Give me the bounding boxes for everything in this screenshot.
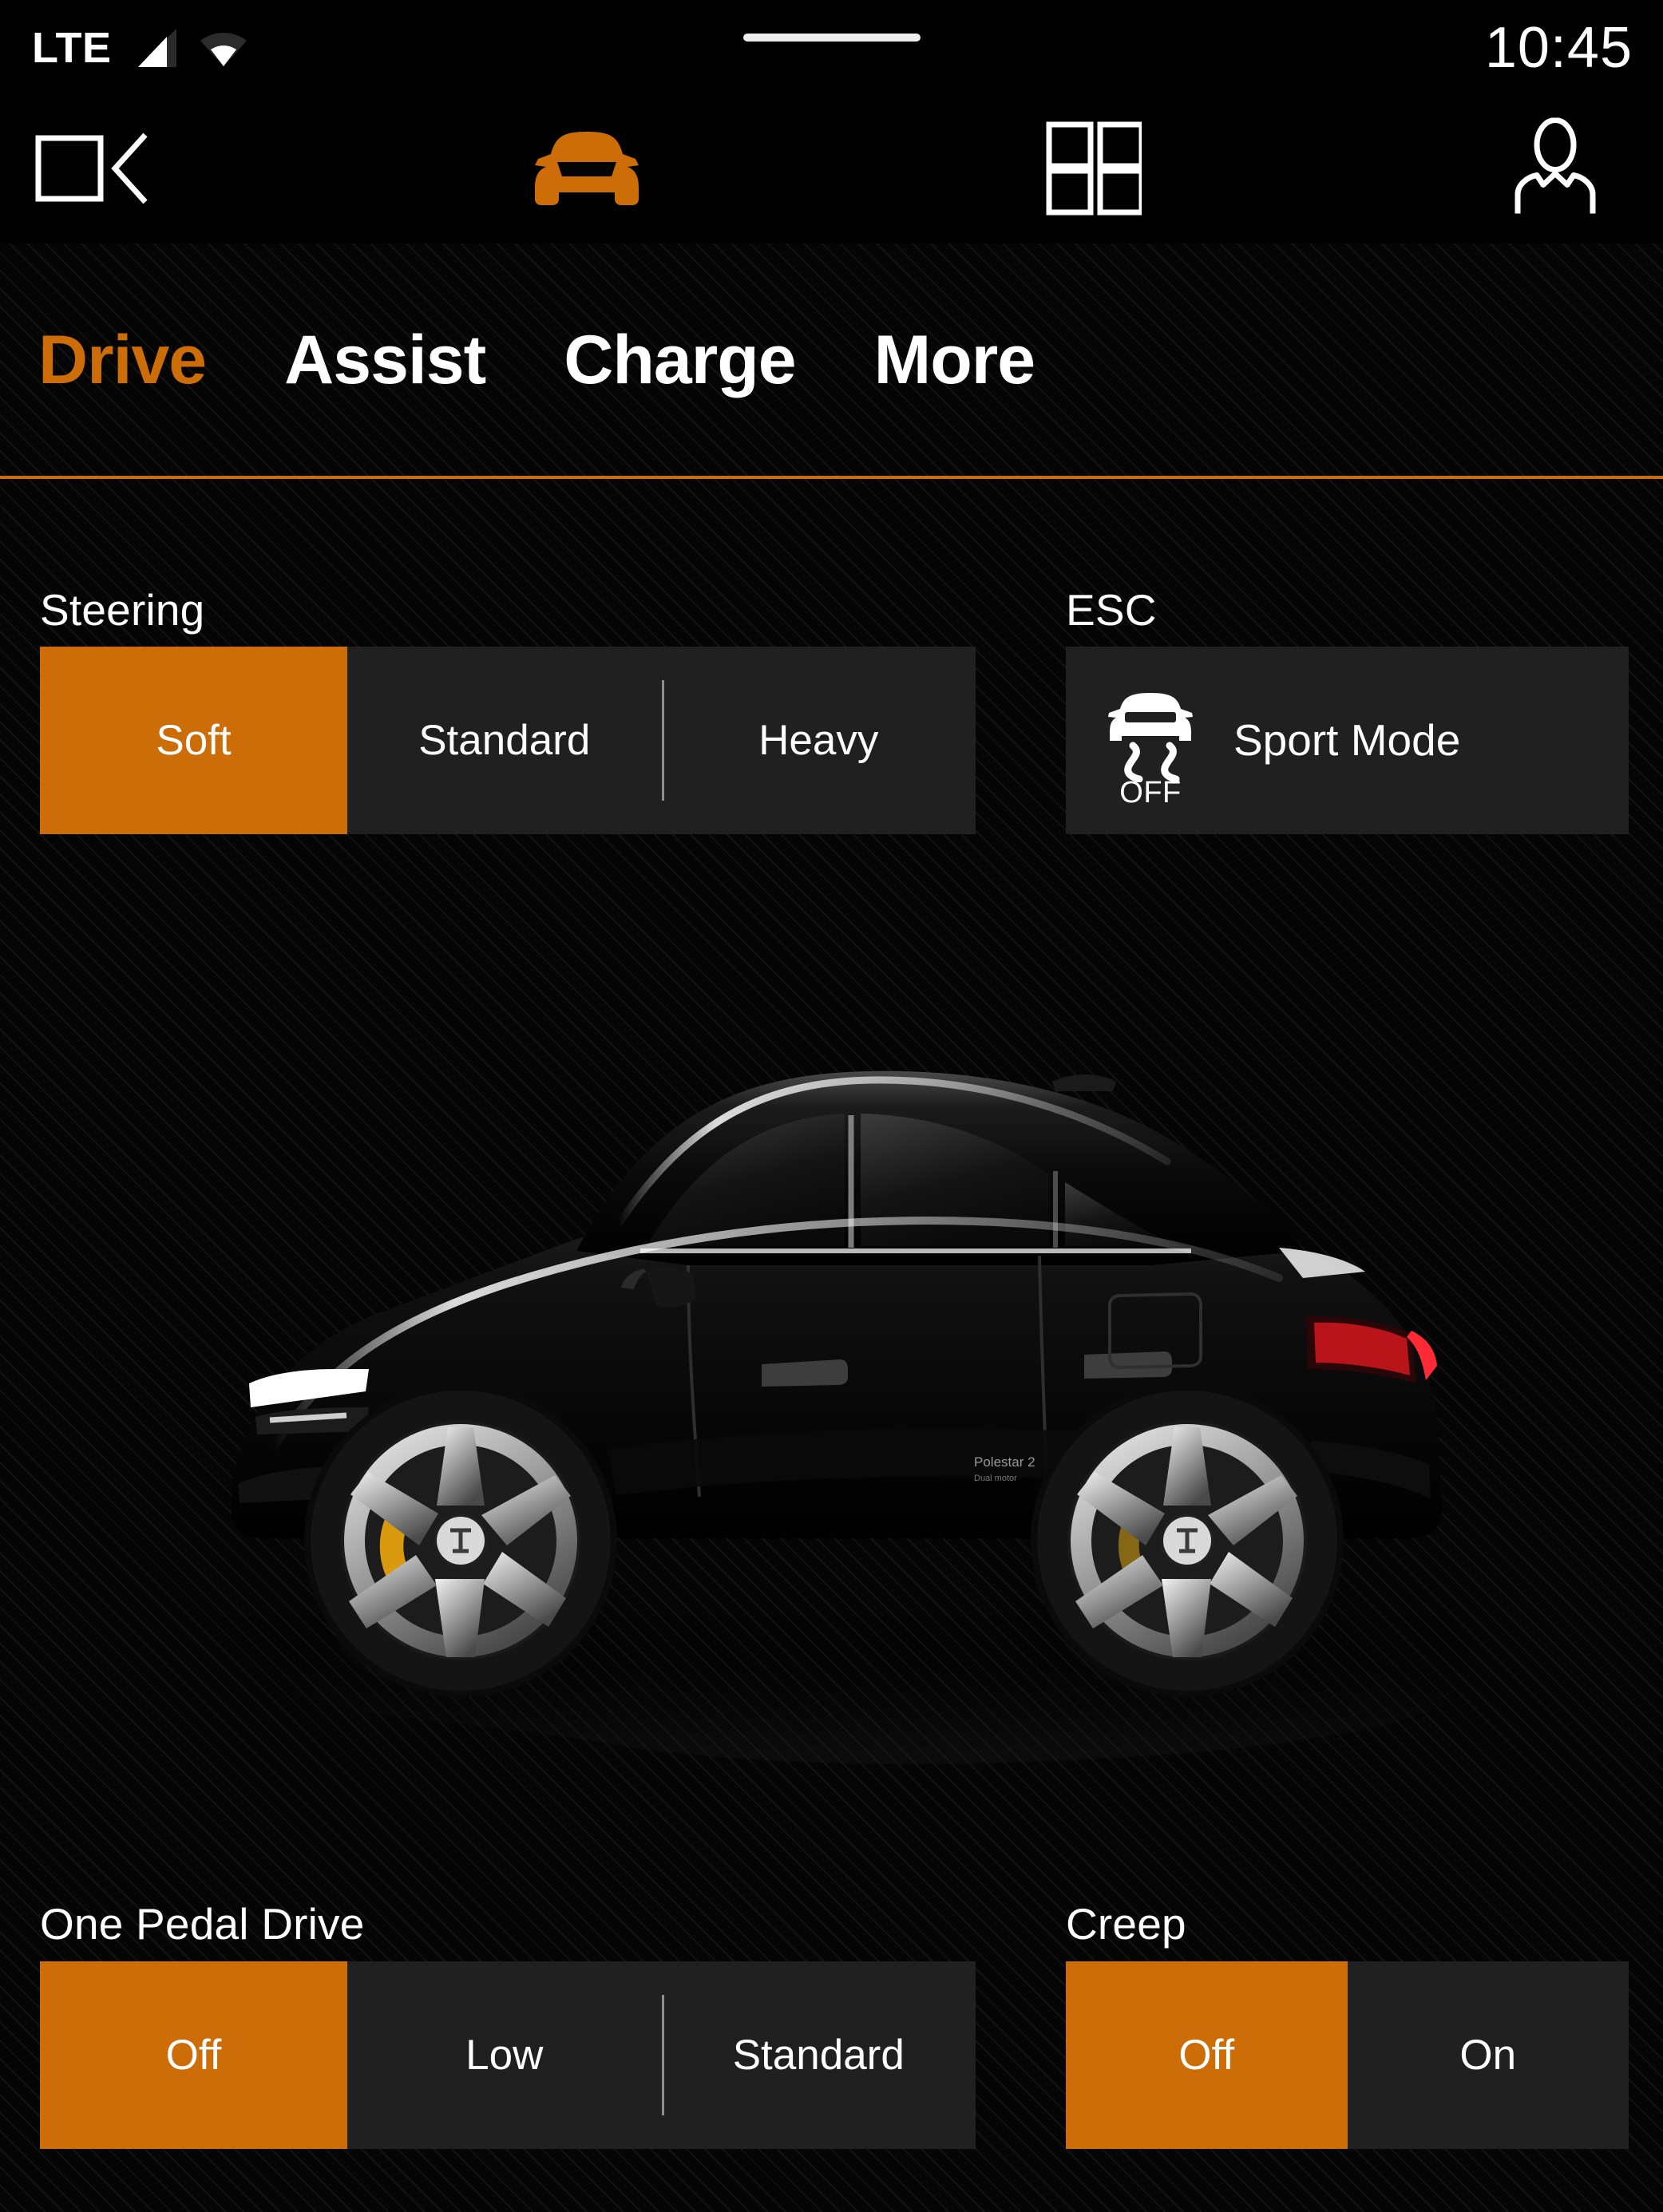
- esc-off-caption: OFF: [1119, 775, 1182, 809]
- creep-option-off[interactable]: Off: [1066, 1961, 1348, 2149]
- status-left-cluster: LTE: [32, 26, 248, 69]
- cellular-signal-icon: [132, 27, 178, 69]
- nav-item-media[interactable]: [32, 126, 152, 214]
- main-content-area: Drive Assist Charge More Steering Soft S…: [0, 243, 1663, 2212]
- creep-segmented-control: Off On: [1066, 1961, 1629, 2149]
- car-front-icon: [519, 124, 655, 216]
- user-profile-icon: [1495, 117, 1615, 222]
- esc-sport-mode-button[interactable]: OFF Sport Mode: [1066, 647, 1629, 834]
- one-pedal-drive-group-label: One Pedal Drive: [40, 1899, 365, 1949]
- steering-option-soft[interactable]: Soft: [40, 647, 347, 834]
- vehicle-illustration: Polestar 2 Dual motor: [0, 874, 1663, 1888]
- section-tab-bar: Drive Assist Charge More: [0, 243, 1663, 477]
- steering-option-standard[interactable]: Standard: [347, 647, 662, 834]
- tab-assist[interactable]: Assist: [284, 326, 532, 394]
- steering-option-heavy[interactable]: Heavy: [661, 647, 976, 834]
- esc-off-icon: OFF: [1103, 677, 1198, 809]
- one-pedal-drive-option-standard[interactable]: Standard: [661, 1961, 976, 2149]
- status-bar: LTE 10:45: [0, 0, 1663, 96]
- wifi-icon: [199, 28, 248, 68]
- svg-text:Dual motor: Dual motor: [974, 1474, 1017, 1483]
- tab-charge[interactable]: Charge: [564, 326, 841, 394]
- status-notch-indicator: [742, 34, 921, 42]
- tab-more[interactable]: More: [874, 326, 1081, 394]
- steering-segmented-control: Soft Standard Heavy: [40, 647, 976, 834]
- clock-label: 10:45: [1484, 16, 1633, 80]
- esc-group-label: ESC: [1066, 585, 1157, 635]
- nav-item-apps[interactable]: [1014, 120, 1145, 220]
- esc-sport-mode-label: Sport Mode: [1233, 715, 1461, 765]
- one-pedal-drive-option-off[interactable]: Off: [40, 1961, 347, 2149]
- nav-item-car[interactable]: [519, 126, 655, 214]
- creep-option-on[interactable]: On: [1347, 1961, 1629, 2149]
- creep-group-label: Creep: [1066, 1899, 1186, 1949]
- media-cast-icon: [32, 124, 152, 216]
- tab-bar-underline: [0, 476, 1663, 479]
- steering-group-label: Steering: [40, 585, 205, 635]
- polestar-2-side-view: Polestar 2 Dual motor: [216, 1070, 1469, 1764]
- tab-drive[interactable]: Drive: [38, 326, 252, 394]
- one-pedal-drive-segmented-control: Off Low Standard: [40, 1961, 976, 2149]
- nav-item-profile[interactable]: [1495, 117, 1615, 222]
- top-nav-bar: [0, 96, 1663, 243]
- one-pedal-drive-option-low[interactable]: Low: [347, 1961, 662, 2149]
- app-grid-icon: [1014, 120, 1145, 220]
- network-type-label: LTE: [32, 24, 112, 72]
- svg-text:Polestar 2: Polestar 2: [974, 1454, 1035, 1470]
